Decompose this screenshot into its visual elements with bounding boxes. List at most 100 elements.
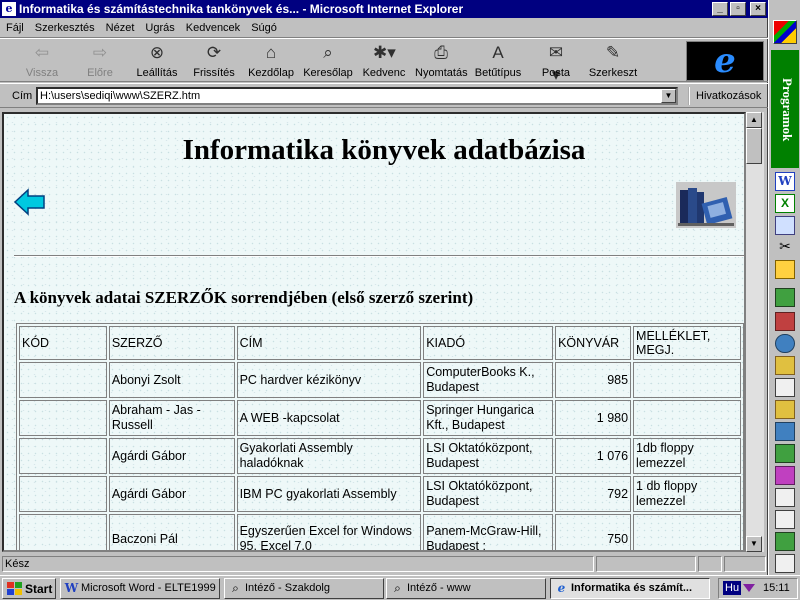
menu-help[interactable]: Súgó [251, 22, 277, 34]
forward-button[interactable]: ⇨ Előre [74, 41, 126, 81]
menu-file[interactable]: Fájl [6, 22, 24, 34]
minimize-button[interactable]: _ [712, 2, 728, 16]
address-dropdown-icon[interactable]: ▼ [661, 89, 676, 103]
header-notes: MELLÉKLET, MEGJ. [633, 326, 741, 360]
system-tray: Hu 15:11 [718, 578, 798, 599]
vertical-scrollbar[interactable]: ▲ ▼ [746, 112, 764, 552]
cell-author: Agárdi Gábor [108, 438, 235, 474]
menu-edit[interactable]: Szerkesztés [35, 22, 95, 34]
windows-logo-icon [7, 582, 22, 595]
back-button[interactable]: ⇦ Vissza [16, 41, 68, 81]
search-button[interactable]: ⌕ Keresőlap [302, 41, 354, 81]
language-indicator[interactable]: Hu [723, 581, 742, 595]
cell-publisher: ComputerBooks K., Budapest [423, 362, 554, 398]
stop-button[interactable]: ⊗ Leállítás [131, 41, 183, 81]
task-word[interactable]: W Microsoft Word - ELTE1999 [60, 578, 220, 599]
cell-publisher: Springer Hungarica Kft., Budapest [423, 400, 554, 436]
document-icon[interactable] [775, 378, 795, 397]
cell-code [19, 362, 107, 398]
favorites-button[interactable]: ✱▾ Kedvenc [358, 41, 410, 81]
status-progress [596, 556, 696, 572]
computer-icon[interactable] [775, 422, 795, 441]
toolbar: ⇦ Vissza ⇨ Előre ⊗ Leállítás ⟳ Frissítés… [0, 38, 768, 84]
start-button[interactable]: Start [2, 578, 56, 599]
task-internet-explorer[interactable]: e Informatika és számít... [550, 578, 710, 599]
office-menu-icon[interactable] [773, 20, 797, 44]
back-link-arrow-icon[interactable] [14, 188, 46, 216]
cell-price: 1 076 [555, 438, 632, 474]
table-row: Abonyi Zsolt PC hardver kézikönyv Comput… [19, 362, 741, 398]
edit-pencil-icon: ✎ [605, 43, 621, 62]
programs-group[interactable]: Programok [771, 50, 799, 168]
address-input[interactable]: H:\users\sediqi\www\SZERZ.htm ▼ [36, 87, 678, 105]
maximize-button[interactable]: ▫ [730, 2, 746, 16]
folder-icon[interactable] [775, 356, 795, 375]
task-explorer-szakdolg[interactable]: ⌕ Intéző - Szakdolg [224, 578, 384, 599]
cell-title: A WEB -kapcsolat [236, 400, 422, 436]
office-shortcut-bar: Programok W X ✂ [768, 0, 800, 575]
program-icon[interactable] [775, 532, 795, 551]
cell-author: Abraham - Jas - Russell [108, 400, 235, 436]
cell-title: Gyakorlati Assembly haladóknak [236, 438, 422, 474]
program-icon[interactable] [775, 466, 795, 485]
binder-icon[interactable]: ✂ [775, 238, 795, 257]
volume-icon[interactable] [743, 584, 755, 592]
cell-title: PC hardver kézikönyv [236, 362, 422, 398]
document-icon[interactable] [775, 510, 795, 529]
document-icon[interactable] [775, 488, 795, 507]
mail-icon: ✉▾ [548, 43, 564, 84]
table-row: Agárdi Gábor Gyakorlati Assembly haladók… [19, 438, 741, 474]
address-label: Cím [12, 89, 33, 102]
explorer-icon[interactable] [775, 288, 795, 307]
excel-icon[interactable]: X [775, 194, 795, 213]
search-icon: ⌕ [323, 43, 333, 62]
scroll-up-icon[interactable]: ▲ [746, 112, 762, 128]
refresh-button[interactable]: ⟳ Frissítés [188, 41, 240, 81]
document-icon[interactable] [775, 554, 795, 573]
address-bar: Cím H:\users\sediqi\www\SZERZ.htm ▼ Hiva… [0, 83, 768, 108]
table-row: Abraham - Jas - Russell A WEB -kapcsolat… [19, 400, 741, 436]
table-row: Baczoni Pál Egyszerűen Excel for Windows… [19, 514, 741, 550]
section-heading: A könyvek adatai SZERZŐK sorrendjében (e… [14, 288, 474, 307]
font-size-icon: A [492, 43, 504, 62]
word-icon[interactable]: W [775, 172, 795, 191]
home-icon: ⌂ [265, 43, 277, 62]
folder-icon[interactable] [775, 400, 795, 419]
outlook-icon[interactable] [775, 312, 795, 331]
back-arrow-icon: ⇦ [34, 43, 50, 62]
font-button[interactable]: A Betűtípus [472, 41, 524, 81]
cell-publisher: LSI Oktatóközpont, Budapest [423, 438, 554, 474]
mail-button[interactable]: ✉▾ Posta [530, 41, 582, 84]
header-title: CÍM [236, 326, 422, 360]
header-code: KÓD [19, 326, 107, 360]
program-icon[interactable] [775, 444, 795, 463]
programs-label: Programok [780, 78, 795, 142]
ie-logo-icon: e [686, 41, 764, 81]
powerpoint-icon[interactable] [775, 216, 795, 235]
menu-favorites[interactable]: Kedvencek [186, 22, 240, 34]
cell-price: 750 [555, 514, 632, 550]
page-content: Informatika könyvek adatbázisa A könyvek… [2, 112, 746, 552]
links-button[interactable]: Hivatkozások [688, 87, 761, 105]
menu-go[interactable]: Ugrás [145, 22, 174, 34]
edit-button[interactable]: ✎ Szerkeszt [587, 41, 639, 81]
books-icon [676, 182, 736, 228]
window-title: Informatika és számítástechnika tankönyv… [19, 2, 464, 16]
scroll-thumb[interactable] [746, 128, 762, 164]
ie-app-icon[interactable]: e [2, 2, 16, 16]
close-button[interactable]: × [750, 2, 766, 16]
scroll-down-icon[interactable]: ▼ [746, 536, 762, 552]
print-button[interactable]: ⎙ Nyomtatás [415, 41, 468, 81]
security-zone-icon [724, 556, 766, 572]
title-bar[interactable]: e Informatika és számítástechnika tankön… [0, 0, 768, 18]
cell-title: Egyszerűen Excel for Windows 95, Excel 7… [236, 514, 422, 550]
task-explorer-www[interactable]: ⌕ Intéző - www [386, 578, 546, 599]
internet-icon[interactable] [775, 334, 795, 353]
home-button[interactable]: ⌂ Kezdőlap [245, 41, 297, 81]
books-table: KÓD SZERZŐ CÍM KIADÓ KÖNYVÁR MELLÉKLET, … [16, 323, 744, 550]
status-bar: Kész [0, 554, 768, 574]
cell-title: IBM PC gyakorlati Assembly [236, 476, 422, 512]
cell-notes [633, 514, 741, 550]
menu-view[interactable]: Nézet [106, 22, 135, 34]
key-icon[interactable] [775, 260, 795, 279]
